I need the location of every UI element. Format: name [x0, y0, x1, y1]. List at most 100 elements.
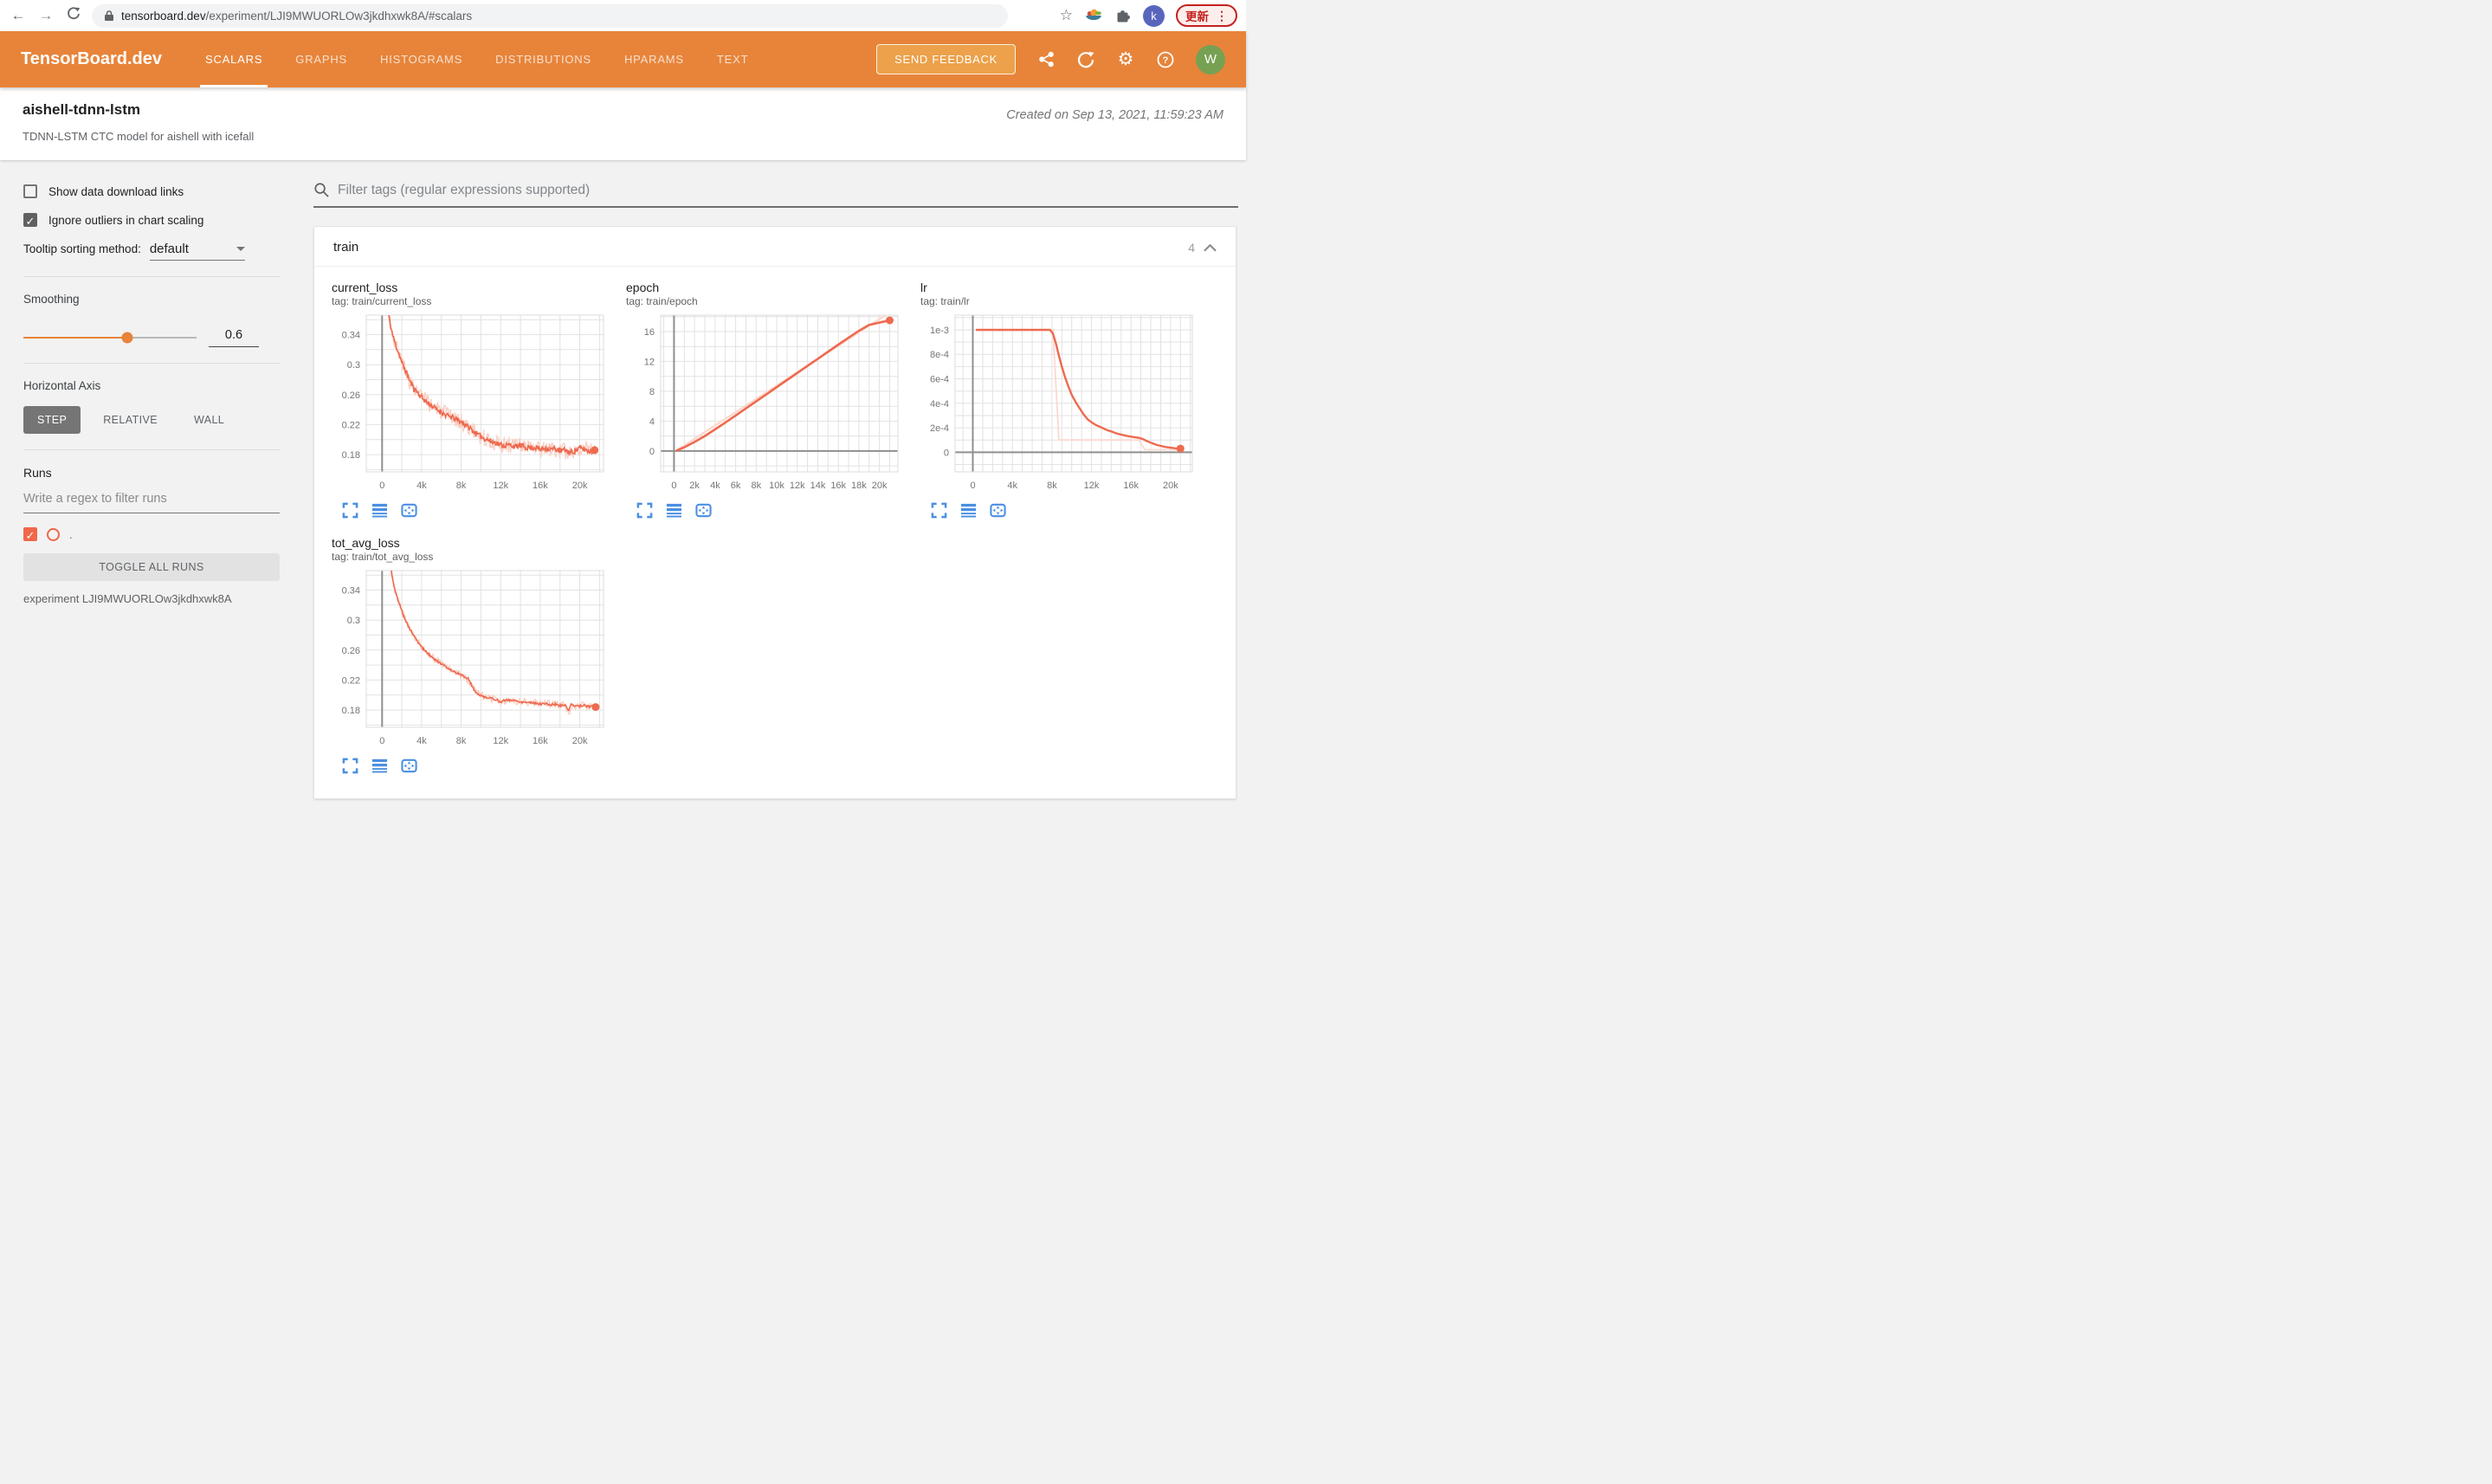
- run-checkbox[interactable]: ✓: [23, 527, 37, 542]
- bookmark-star-icon[interactable]: ☆: [1060, 7, 1073, 24]
- ignore-outliers-checkbox[interactable]: ✓: [23, 213, 37, 228]
- svg-text:20k: 20k: [1163, 481, 1178, 491]
- svg-text:0.26: 0.26: [342, 390, 360, 401]
- svg-text:6e-4: 6e-4: [930, 375, 949, 385]
- tab-histograms[interactable]: HISTOGRAMS: [380, 31, 462, 87]
- tag-filter-input[interactable]: [338, 182, 1238, 198]
- tab-scalars[interactable]: SCALARS: [199, 31, 268, 87]
- svg-text:6k: 6k: [731, 481, 741, 491]
- settings-sidebar: Show data download links ✓ Ignore outlie…: [0, 160, 303, 799]
- runs-label: Runs: [23, 466, 52, 480]
- svg-text:16k: 16k: [830, 481, 846, 491]
- svg-text:4k: 4k: [416, 736, 427, 746]
- fullscreen-icon[interactable]: [931, 502, 947, 519]
- forward-icon[interactable]: →: [36, 7, 55, 24]
- share-icon[interactable]: [1036, 50, 1056, 69]
- toggle-all-runs-button[interactable]: TOGGLE ALL RUNS: [23, 553, 280, 581]
- user-avatar[interactable]: W: [1196, 44, 1225, 74]
- fullscreen-icon[interactable]: [636, 502, 653, 519]
- svg-text:20k: 20k: [872, 481, 888, 491]
- svg-text:20k: 20k: [572, 481, 588, 491]
- svg-text:4k: 4k: [416, 481, 427, 491]
- ignore-outliers-label: Ignore outliers in chart scaling: [48, 213, 204, 227]
- refresh-icon[interactable]: [1076, 50, 1095, 69]
- browser-toolbar: ← → tensorboard.dev/experiment/LJI9MWUOR…: [0, 0, 1246, 31]
- back-icon[interactable]: ←: [9, 7, 28, 24]
- fullscreen-icon[interactable]: [342, 758, 358, 774]
- svg-text:12k: 12k: [493, 481, 508, 491]
- tab-hparams[interactable]: HPARAMS: [624, 31, 684, 87]
- chart-tag: tag: train/epoch: [626, 295, 698, 307]
- browser-menu-icon[interactable]: ⋮: [1216, 9, 1228, 23]
- fit-domain-icon[interactable]: [401, 758, 417, 774]
- send-feedback-button[interactable]: SEND FEEDBACK: [876, 44, 1016, 74]
- show-download-links-label: Show data download links: [48, 184, 184, 198]
- gear-icon[interactable]: ⚙: [1116, 49, 1135, 69]
- svg-text:4k: 4k: [1007, 481, 1017, 491]
- chart-title: tot_avg_loss: [332, 536, 400, 550]
- group-name: train: [333, 240, 359, 255]
- chart-tag: tag: train/current_loss: [332, 295, 432, 307]
- extension-bowl-icon[interactable]: [1084, 7, 1103, 24]
- tag-filter-bar: [313, 182, 1238, 208]
- svg-text:8k: 8k: [1047, 481, 1057, 491]
- chart-tag: tag: train/tot_avg_loss: [332, 551, 434, 563]
- axis-relative-button[interactable]: RELATIVE: [89, 406, 171, 434]
- fullscreen-icon[interactable]: [342, 502, 358, 519]
- svg-text:12: 12: [644, 357, 655, 367]
- line-chart[interactable]: 0 4k 8k 12k 16k 20k 0 2e-4 4e-4 6e-4 8e-4 1e-3: [920, 311, 1198, 494]
- svg-text:12k: 12k: [493, 736, 508, 746]
- svg-text:8k: 8k: [456, 736, 467, 746]
- fit-domain-icon[interactable]: [990, 502, 1006, 519]
- browser-profile-avatar[interactable]: k: [1143, 4, 1165, 27]
- chevron-up-icon[interactable]: [1204, 243, 1217, 252]
- fit-domain-icon[interactable]: [401, 502, 417, 519]
- axis-step-button[interactable]: STEP: [23, 406, 81, 434]
- group-header[interactable]: train 4: [314, 227, 1236, 267]
- log-scale-icon[interactable]: [960, 502, 977, 519]
- svg-text:16k: 16k: [533, 736, 548, 746]
- tab-text[interactable]: TEXT: [717, 31, 748, 87]
- svg-text:4e-4: 4e-4: [930, 399, 949, 410]
- tooltip-sorting-select[interactable]: default: [149, 242, 245, 261]
- svg-text:0: 0: [970, 481, 975, 491]
- experiment-created-date: Created on Sep 13, 2021, 11:59:23 AM: [1006, 108, 1223, 122]
- run-color-ring[interactable]: [47, 527, 60, 541]
- help-icon[interactable]: ?: [1156, 50, 1175, 69]
- svg-text:0.18: 0.18: [342, 450, 360, 461]
- svg-text:14k: 14k: [810, 481, 826, 491]
- runs-section: Runs ✓ . TOGGLE ALL RUNS experiment LJI9…: [23, 450, 280, 621]
- tab-graphs[interactable]: GRAPHS: [295, 31, 347, 87]
- line-chart[interactable]: 0 2k 4k 6k 8k 10k 12k 14k 16k 18k 20k 0 4 8 12 16: [626, 311, 903, 494]
- chrome-update-button[interactable]: 更新 ⋮: [1176, 4, 1237, 27]
- svg-text:0: 0: [649, 447, 655, 457]
- smoothing-section: Smoothing 0.6: [23, 277, 280, 364]
- slider-fill: [23, 337, 127, 339]
- extension-puzzle-icon[interactable]: [1114, 7, 1132, 24]
- general-settings-section: Show data download links ✓ Ignore outlie…: [23, 169, 280, 277]
- slider-thumb[interactable]: [121, 332, 133, 344]
- address-bar[interactable]: tensorboard.dev/experiment/LJI9MWUORLOw3…: [92, 3, 1008, 28]
- reload-icon[interactable]: [64, 6, 83, 25]
- fit-domain-icon[interactable]: [695, 502, 712, 519]
- chart-current-loss: current_loss tag: train/current_loss 0 4k…: [332, 272, 626, 519]
- tab-distributions[interactable]: DISTRIBUTIONS: [495, 31, 591, 87]
- show-download-links-checkbox[interactable]: [23, 184, 37, 198]
- svg-text:8: 8: [649, 387, 655, 397]
- runs-regex-input[interactable]: [23, 487, 280, 513]
- svg-text:0.18: 0.18: [342, 706, 360, 716]
- svg-text:0: 0: [379, 736, 384, 746]
- line-chart[interactable]: 0 4k 8k 12k 16k 20k 0.18 0.22 0.26 0.3 0.34: [332, 311, 609, 494]
- smoothing-value[interactable]: 0.6: [209, 328, 259, 347]
- chart-tag: tag: train/lr: [920, 295, 970, 307]
- svg-text:8e-4: 8e-4: [930, 350, 949, 360]
- main-panel: train 4 current_loss tag: train/current_…: [303, 160, 1246, 799]
- log-scale-icon[interactable]: [666, 502, 682, 519]
- line-chart[interactable]: 0 4k 8k 12k 16k 20k 0.18 0.22 0.26 0.3 0.34: [332, 566, 609, 750]
- log-scale-icon[interactable]: [371, 758, 388, 774]
- smoothing-slider[interactable]: [23, 332, 197, 344]
- axis-wall-button[interactable]: WALL: [180, 406, 238, 434]
- experiment-header: aishell-tdnn-lstm TDNN-LSTM CTC model fo…: [0, 87, 1246, 160]
- svg-text:10k: 10k: [769, 481, 784, 491]
- log-scale-icon[interactable]: [371, 502, 388, 519]
